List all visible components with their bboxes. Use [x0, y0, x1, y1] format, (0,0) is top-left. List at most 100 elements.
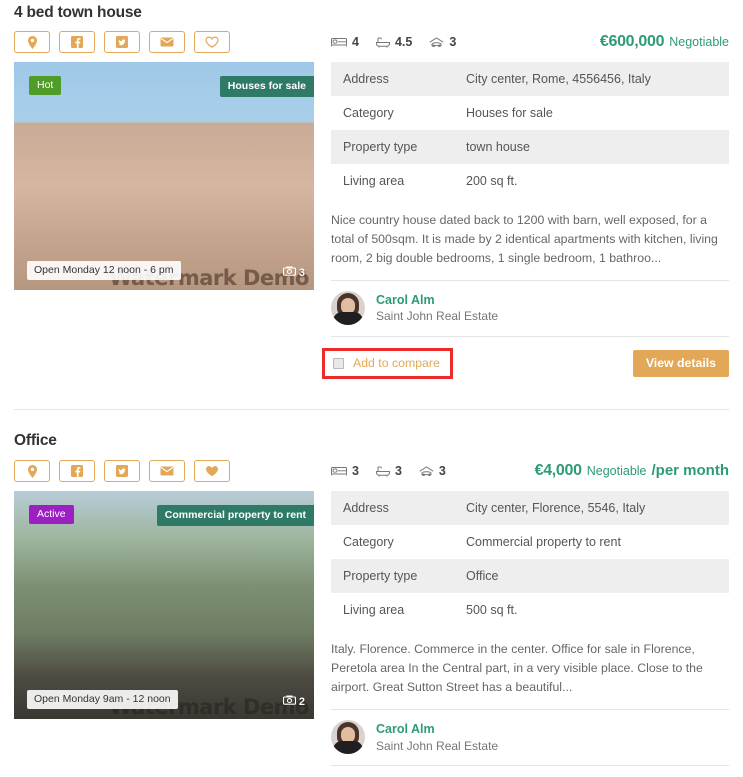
info-value: Houses for sale — [466, 106, 553, 120]
info-value: 500 sq ft. — [466, 603, 518, 618]
open-house-label: Open Monday 12 noon - 6 pm — [27, 261, 181, 280]
info-value: City center, Florence, 5546, Italy — [466, 491, 729, 526]
map-pin-icon — [27, 464, 37, 478]
page-title: Office — [14, 432, 57, 450]
table-row: Living area 200 sq ft. — [331, 164, 729, 198]
property-listings-page: 4 bed town house 4 4.5 3 €600,000 Negoti… — [0, 0, 743, 777]
twitter-share-button[interactable] — [104, 460, 140, 483]
property-photo[interactable]: Hot Houses for sale Watermark Demo Open … — [14, 62, 314, 290]
info-value: 200 sq ft. — [466, 174, 518, 188]
share-action-buttons — [14, 31, 324, 53]
bedrooms-stat: 4 — [331, 35, 359, 49]
bedrooms-count: 4 — [352, 35, 359, 49]
map-button[interactable] — [14, 460, 50, 483]
map-pin-icon — [27, 35, 37, 49]
agent-name[interactable]: Carol Alm — [376, 721, 498, 738]
bed-icon — [331, 37, 347, 47]
price-amount: €4,000 — [534, 462, 582, 480]
bedrooms-count: 3 — [352, 464, 359, 479]
facebook-icon — [71, 465, 83, 478]
property-info-table: Address City center, Florence, 5546, Ita… — [331, 491, 729, 627]
info-key: Address — [331, 62, 466, 96]
bath-icon — [375, 37, 390, 48]
agent-info[interactable]: Carol Alm Saint John Real Estate — [331, 280, 729, 336]
info-key: Category — [343, 535, 394, 550]
facebook-icon — [71, 36, 83, 48]
heart-filled-icon — [205, 465, 219, 477]
property-listing-card: 4 bed town house 4 4.5 3 €600,000 Negoti… — [0, 0, 743, 380]
photo-count: 3 — [282, 266, 305, 279]
email-share-button[interactable] — [149, 460, 185, 483]
camera-icon — [282, 695, 296, 708]
property-description: Nice country house dated back to 1200 wi… — [331, 213, 718, 266]
garage-icon — [419, 466, 434, 477]
info-key: Living area — [343, 603, 405, 618]
listing-actions: Add to compare View details — [322, 336, 729, 380]
twitter-icon — [116, 36, 128, 48]
bathrooms-count: 3 — [394, 464, 402, 479]
table-row: Category Commercial property to rent — [331, 525, 729, 559]
garages-stat: 3 — [419, 464, 446, 478]
twitter-share-button[interactable] — [104, 31, 140, 53]
info-value: City center, Rome, 4556456, Italy — [466, 62, 729, 96]
favorite-button[interactable] — [194, 460, 230, 483]
bathrooms-stat: 4.5 — [375, 35, 413, 49]
stats-and-price: 4 4.5 3 €600,000 Negotiable — [324, 31, 729, 53]
agent-company: Saint John Real Estate — [376, 738, 499, 753]
garages-count: 3 — [438, 464, 446, 479]
bedrooms-stat: 3 — [331, 464, 359, 478]
page-title: 4 bed town house — [14, 4, 142, 21]
map-button[interactable] — [14, 31, 50, 53]
property-stats: 3 3 3 — [331, 464, 446, 478]
price: €4,000 Negotiable /per month — [535, 462, 729, 480]
property-photo[interactable]: Active Commercial property to rent Water… — [14, 491, 314, 720]
favorite-button[interactable] — [194, 31, 230, 53]
price-note: Negotiable — [669, 35, 729, 49]
table-row: Address City center, Rome, 4556456, Ital… — [331, 62, 729, 96]
photo-count: 2 — [282, 695, 305, 708]
info-key: Living area — [343, 174, 405, 188]
listing-body: Active Commercial property to rent Water… — [14, 491, 729, 777]
bathrooms-stat: 3 — [375, 464, 402, 479]
listing-details: Address City center, Florence, 5546, Ita… — [314, 491, 729, 777]
twitter-icon — [116, 465, 128, 478]
facebook-share-button[interactable] — [59, 460, 95, 483]
bathrooms-count: 4.5 — [394, 35, 413, 49]
property-description: Italy. Florence. Commerce in the center.… — [331, 642, 703, 695]
table-row: Address City center, Florence, 5546, Ita… — [331, 491, 729, 526]
email-share-button[interactable] — [149, 31, 185, 53]
photo-count-value: 2 — [298, 695, 305, 708]
info-key: Category — [343, 106, 394, 120]
open-house-label: Open Monday 9am - 12 noon — [27, 690, 178, 710]
heart-outline-icon — [205, 36, 219, 48]
info-value: Commercial property to rent — [466, 535, 621, 550]
status-badge: Active — [29, 505, 74, 525]
info-value: Office — [466, 559, 729, 594]
table-row: Property type town house — [331, 130, 729, 164]
facebook-share-button[interactable] — [59, 31, 95, 53]
info-value: town house — [466, 130, 729, 164]
property-info-table: Address City center, Rome, 4556456, Ital… — [331, 62, 729, 198]
property-listing-card: Office 3 3 3 €4,000 Negotiable /per mont… — [0, 432, 743, 777]
add-to-compare-control[interactable]: Add to compare — [322, 348, 453, 380]
share-action-buttons — [14, 460, 324, 483]
property-stats: 4 4.5 3 — [331, 35, 456, 49]
garage-icon — [429, 36, 444, 48]
table-row: Living area 500 sq ft. — [331, 593, 729, 627]
view-details-button[interactable]: View details — [632, 350, 729, 378]
bath-icon — [375, 466, 390, 477]
info-key: Property type — [331, 130, 466, 164]
price-amount: €600,000 — [599, 33, 665, 50]
add-to-compare-label: Add to compare — [353, 356, 440, 371]
envelope-icon — [160, 37, 174, 47]
info-key: Property type — [331, 559, 466, 594]
listing-header-row: 3 3 3 €4,000 Negotiable /per month — [14, 460, 729, 483]
agent-info[interactable]: Carol Alm Saint John Real Estate — [331, 709, 729, 765]
price: €600,000 Negotiable — [600, 33, 729, 51]
compare-checkbox[interactable] — [333, 357, 344, 369]
table-row: Property type Office — [331, 559, 729, 594]
price-period: /per month — [651, 462, 730, 480]
garages-count: 3 — [449, 35, 457, 49]
agent-name[interactable]: Carol Alm — [376, 292, 498, 309]
envelope-icon — [160, 466, 174, 476]
